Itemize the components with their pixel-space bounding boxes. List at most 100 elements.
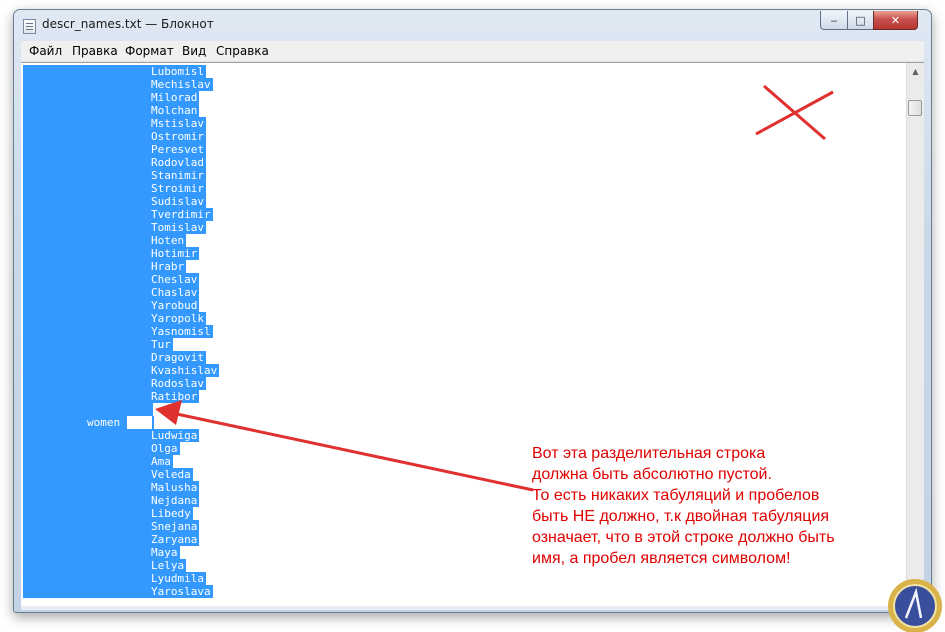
selected-text: Hoten bbox=[23, 234, 187, 247]
close-button[interactable]: ✕ bbox=[873, 11, 918, 30]
menu-file[interactable]: Файл bbox=[29, 44, 62, 58]
section-label: women bbox=[87, 416, 121, 429]
note-line: То есть никаких табуляций и пробелов bbox=[532, 487, 820, 504]
selected-text: Chaslav bbox=[23, 286, 200, 299]
selected-text: Peresvet bbox=[23, 143, 206, 156]
name-line: Ostromir bbox=[23, 130, 219, 143]
selected-text: Ama bbox=[23, 455, 173, 468]
name-line: Tverdimir bbox=[23, 208, 219, 221]
selected-text: Lelya bbox=[23, 559, 187, 572]
selected-text: Mechislav bbox=[23, 78, 213, 91]
minimize-button[interactable]: ‒ bbox=[820, 11, 848, 30]
selected-text: Libedy bbox=[23, 507, 193, 520]
selected-text: Molchan bbox=[23, 104, 200, 117]
name-line: Maya bbox=[23, 546, 219, 559]
annotation-note: Вот эта разделительная строка должна быт… bbox=[532, 443, 892, 569]
selected-text: Milorad bbox=[23, 91, 200, 104]
window-title: descr_names.txt — Блокнот bbox=[42, 17, 214, 31]
maximize-button[interactable]: □ bbox=[847, 11, 874, 30]
selected-text: Hrabr bbox=[23, 260, 187, 273]
name-line: Olga bbox=[23, 442, 219, 455]
title-bar[interactable]: descr_names.txt — Блокнот ‒ □ ✕ bbox=[14, 10, 931, 40]
name-line: Ludwiga bbox=[23, 429, 219, 442]
name-line: Hotimir bbox=[23, 247, 219, 260]
selected-text: Lubomisl bbox=[23, 65, 206, 78]
selected-text: Nejdana bbox=[23, 494, 200, 507]
section-label-selection: women bbox=[23, 416, 154, 429]
blank-separator-line bbox=[23, 403, 219, 416]
scroll-thumb[interactable] bbox=[908, 100, 922, 116]
name-line: Chaslav bbox=[23, 286, 219, 299]
notepad-app-icon bbox=[23, 19, 36, 34]
selected-text: Tur bbox=[23, 338, 173, 351]
name-line: Rodovlad bbox=[23, 156, 219, 169]
name-line: Yarobud bbox=[23, 299, 219, 312]
selected-text: Kvashislav bbox=[23, 364, 220, 377]
menu-format[interactable]: Формат bbox=[125, 44, 174, 58]
name-line: Zaryana bbox=[23, 533, 219, 546]
selected-text: Zaryana bbox=[23, 533, 200, 546]
name-line: Dragovit bbox=[23, 351, 219, 364]
name-line: Nejdana bbox=[23, 494, 219, 507]
name-line: Stroimir bbox=[23, 182, 219, 195]
selected-text: Hotimir bbox=[23, 247, 200, 260]
selected-text: Snejana bbox=[23, 520, 200, 533]
note-line: означает, что в этой строке должно быть bbox=[532, 529, 835, 546]
vertical-scrollbar[interactable]: ▲ bbox=[906, 63, 924, 607]
name-line: Milorad bbox=[23, 91, 219, 104]
name-line: Hrabr bbox=[23, 260, 219, 273]
selected-text: Yaroslava bbox=[23, 585, 213, 598]
selected-text: Stanimir bbox=[23, 169, 206, 182]
selected-text: Ratibor bbox=[23, 390, 200, 403]
selected-text: Ostromir bbox=[23, 130, 206, 143]
menu-view[interactable]: Вид bbox=[182, 44, 206, 58]
selected-text: Stroimir bbox=[23, 182, 206, 195]
window-bottom-border bbox=[21, 606, 924, 610]
name-line: Yasnomisl bbox=[23, 325, 219, 338]
name-line: Rodoslav bbox=[23, 377, 219, 390]
selected-text: Veleda bbox=[23, 468, 193, 481]
selected-text: Rodoslav bbox=[23, 377, 206, 390]
note-line: быть НЕ должно, т.к двойная табуляция bbox=[532, 508, 830, 525]
name-line: Yaropolk bbox=[23, 312, 219, 325]
name-line: Stanimir bbox=[23, 169, 219, 182]
selected-text: Cheslav bbox=[23, 273, 200, 286]
selected-text: Lyudmila bbox=[23, 572, 206, 585]
selected-text: Yasnomisl bbox=[23, 325, 213, 338]
selected-text: Maya bbox=[23, 546, 180, 559]
name-line: Lelya bbox=[23, 559, 219, 572]
name-line: Yaroslava bbox=[23, 585, 219, 598]
note-line: Вот эта разделительная строка bbox=[532, 445, 766, 462]
selected-text: Yarobud bbox=[23, 299, 200, 312]
menu-bar: Файл Правка Формат Вид Справка bbox=[21, 41, 924, 61]
selected-text: Ludwiga bbox=[23, 429, 200, 442]
selected-text: Mstislav bbox=[23, 117, 206, 130]
section-label-line: women bbox=[23, 416, 219, 429]
name-line: Lyudmila bbox=[23, 572, 219, 585]
name-line: Tur bbox=[23, 338, 219, 351]
scroll-up-arrow-icon[interactable]: ▲ bbox=[909, 65, 922, 79]
text-lines: Lubomisl Mechislav Milorad Molchan Mstislav O… bbox=[23, 65, 220, 598]
menu-help[interactable]: Справка bbox=[216, 44, 269, 58]
selected-blank bbox=[23, 403, 153, 416]
selected-text: Tomislav bbox=[23, 221, 206, 234]
note-line: имя, а пробел является символом! bbox=[532, 550, 791, 567]
selected-text: Malusha bbox=[23, 481, 200, 494]
selected-text: Rodovlad bbox=[23, 156, 206, 169]
name-line: Mstislav bbox=[23, 117, 219, 130]
name-line: Snejana bbox=[23, 520, 219, 533]
menu-edit[interactable]: Правка bbox=[72, 44, 118, 58]
name-line: Libedy bbox=[23, 507, 219, 520]
name-line: Veleda bbox=[23, 468, 219, 481]
selected-text: Dragovit bbox=[23, 351, 206, 364]
name-line: Ama bbox=[23, 455, 219, 468]
note-line: должна быть абсолютно пустой. bbox=[532, 466, 772, 483]
selected-text: Yaropolk bbox=[23, 312, 206, 325]
selected-text: Olga bbox=[23, 442, 180, 455]
name-line: Molchan bbox=[23, 104, 219, 117]
name-line: Mechislav bbox=[23, 78, 219, 91]
selected-text: Sudislav bbox=[23, 195, 206, 208]
name-line: Lubomisl bbox=[23, 65, 219, 78]
name-line: Hoten bbox=[23, 234, 219, 247]
name-line: Sudislav bbox=[23, 195, 219, 208]
